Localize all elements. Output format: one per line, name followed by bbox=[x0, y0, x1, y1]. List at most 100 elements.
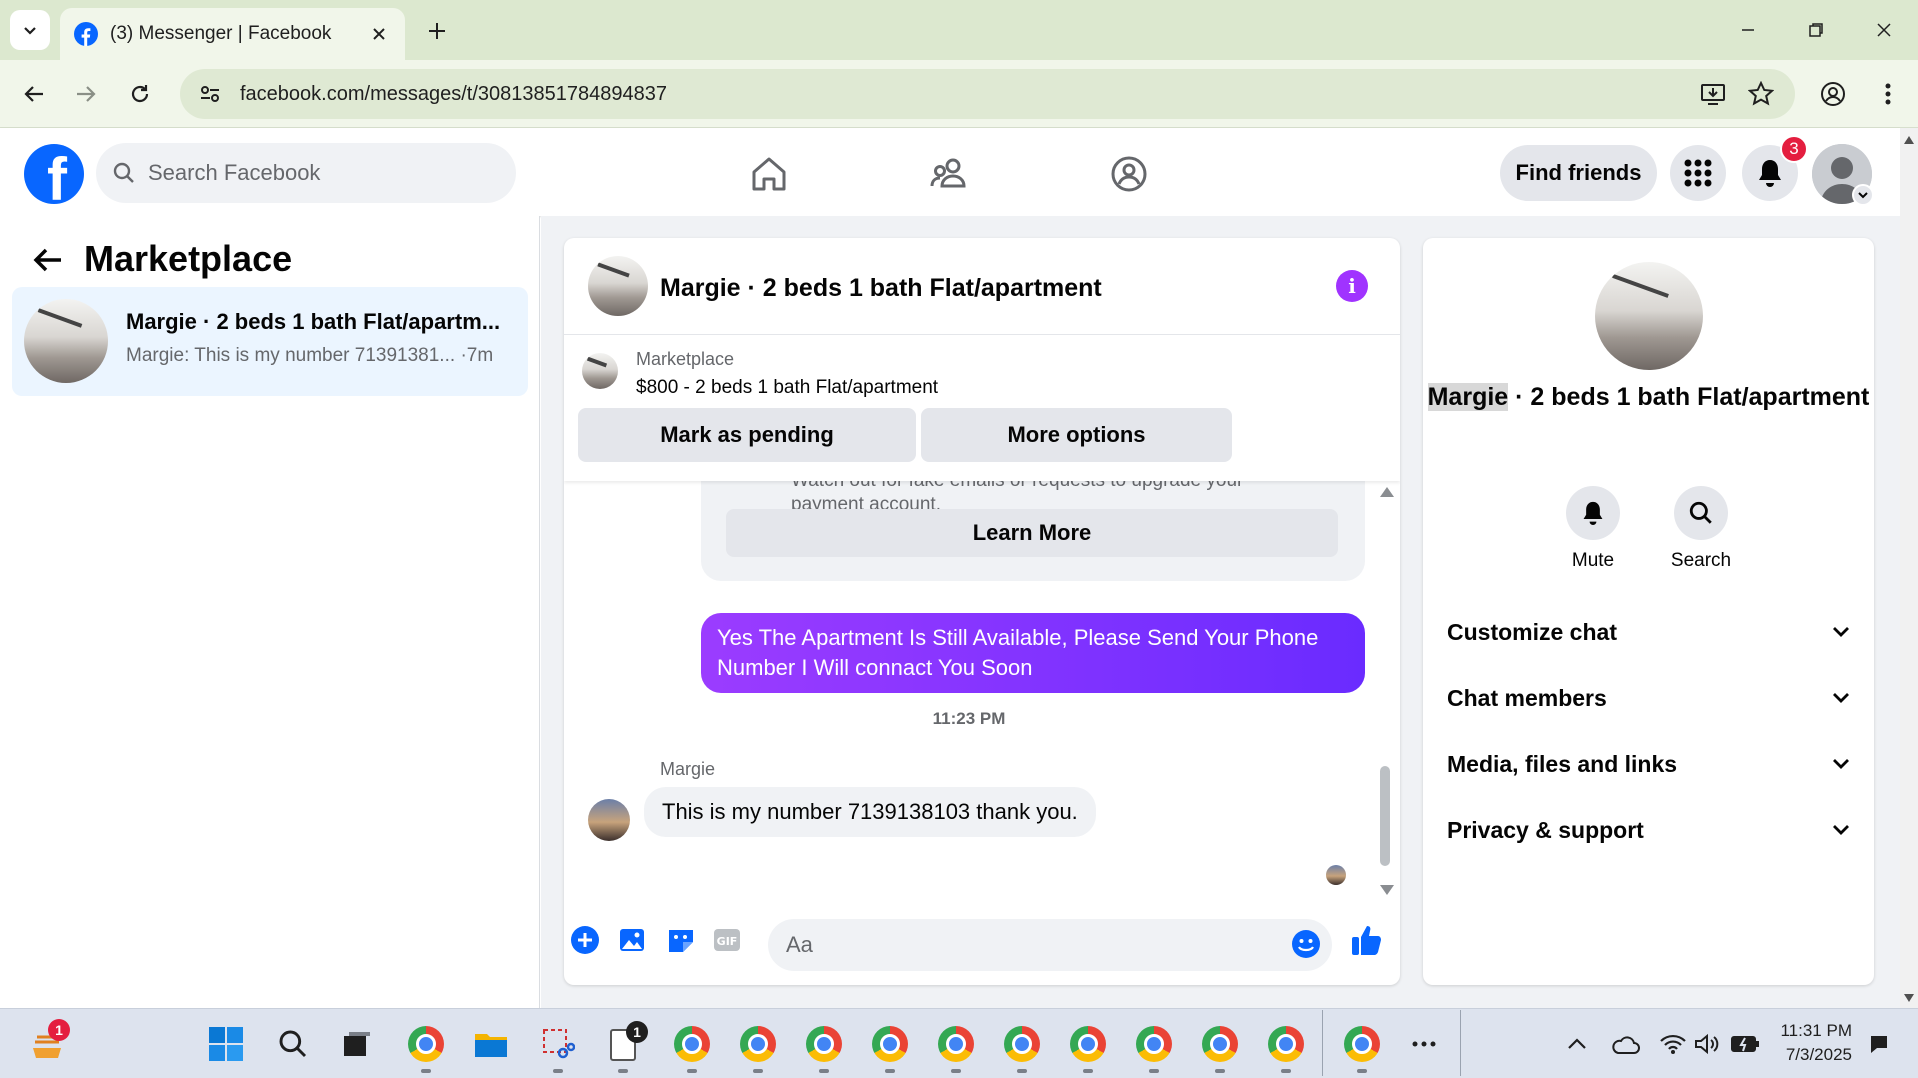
taskbar-chrome-6[interactable] bbox=[935, 1023, 977, 1065]
install-app-button[interactable] bbox=[1700, 69, 1726, 119]
search-in-conversation-button[interactable]: Search bbox=[1661, 486, 1741, 572]
address-url[interactable]: facebook.com/messages/t/3081385178489483… bbox=[240, 83, 667, 106]
bookmark-button[interactable] bbox=[1748, 69, 1774, 119]
search-icon bbox=[1689, 501, 1712, 524]
mute-button-circle[interactable] bbox=[1566, 486, 1620, 540]
like-button[interactable] bbox=[1350, 923, 1384, 957]
facebook-search-box[interactable]: Search Facebook bbox=[96, 143, 516, 203]
show-hidden-icons-button[interactable] bbox=[1556, 1023, 1598, 1065]
site-info-icon[interactable] bbox=[198, 82, 222, 106]
reload-icon bbox=[131, 85, 149, 103]
details-avatar[interactable] bbox=[1595, 262, 1703, 370]
task-view-button[interactable] bbox=[336, 1023, 378, 1065]
gif-button[interactable]: GIF bbox=[710, 923, 744, 957]
message-input[interactable]: Aa bbox=[768, 919, 1332, 971]
start-button[interactable] bbox=[205, 1023, 247, 1065]
taskbar-chrome-1[interactable] bbox=[405, 1023, 447, 1065]
account-circle-icon bbox=[1821, 82, 1845, 106]
taskbar-chrome-7[interactable] bbox=[1001, 1023, 1043, 1065]
window-minimize-button[interactable] bbox=[1730, 12, 1766, 48]
mute-label: Mute bbox=[1571, 550, 1615, 571]
chat-scrollbar-thumb[interactable] bbox=[1380, 766, 1390, 866]
bell-icon bbox=[1759, 160, 1781, 187]
chat-title[interactable]: Margie · 2 beds 1 bath Flat/apartment bbox=[660, 274, 1102, 303]
chrome-icon bbox=[408, 1026, 444, 1062]
attach-photo-button[interactable] bbox=[616, 923, 650, 957]
browser-tab-messenger[interactable]: (3) Messenger | Facebook bbox=[60, 8, 405, 60]
listing-price-title[interactable]: $800 - 2 beds 1 bath Flat/apartment bbox=[636, 377, 938, 399]
media-files-links-section[interactable]: Media, files and links bbox=[1423, 734, 1874, 794]
snipping-tool-button[interactable] bbox=[537, 1023, 579, 1065]
taskbar-chrome-10[interactable] bbox=[1199, 1023, 1241, 1065]
file-explorer-button[interactable] bbox=[470, 1023, 512, 1065]
conversation-info-button[interactable]: i bbox=[1336, 270, 1368, 302]
volume-button[interactable] bbox=[1686, 1023, 1728, 1065]
find-friends-button[interactable]: Find friends bbox=[1500, 145, 1657, 201]
browser-menu-button[interactable] bbox=[1870, 76, 1906, 112]
scroll-up-icon[interactable] bbox=[1904, 136, 1914, 144]
more-options-button[interactable]: More options bbox=[921, 408, 1232, 462]
learn-more-button[interactable]: Learn More bbox=[726, 509, 1338, 557]
groups-nav-button[interactable] bbox=[1105, 150, 1153, 198]
sticker-button[interactable] bbox=[664, 923, 698, 957]
chrome-icon bbox=[806, 1026, 842, 1062]
address-bar[interactable]: facebook.com/messages/t/3081385178489483… bbox=[180, 69, 1795, 119]
reload-button[interactable] bbox=[122, 76, 158, 112]
window-restore-button[interactable] bbox=[1798, 12, 1834, 48]
mute-button[interactable]: Mute bbox=[1553, 486, 1633, 572]
mark-as-pending-button[interactable]: Mark as pending bbox=[578, 408, 916, 462]
taskbar-search-button[interactable] bbox=[272, 1023, 314, 1065]
tab-search-button[interactable] bbox=[10, 10, 50, 50]
window-close-button[interactable] bbox=[1866, 12, 1902, 48]
scroll-down-icon[interactable] bbox=[1904, 994, 1914, 1002]
running-indicator bbox=[421, 1069, 431, 1073]
taskbar-chrome-11[interactable] bbox=[1265, 1023, 1307, 1065]
friends-nav-button[interactable] bbox=[925, 150, 973, 198]
search-button-circle[interactable] bbox=[1674, 486, 1728, 540]
emoji-button[interactable] bbox=[1289, 927, 1323, 961]
taskbar-chrome-5[interactable] bbox=[869, 1023, 911, 1065]
plus-circle-icon bbox=[571, 926, 599, 954]
profile-button[interactable] bbox=[1815, 76, 1851, 112]
chrome-icon bbox=[1004, 1026, 1040, 1062]
customize-chat-section[interactable]: Customize chat bbox=[1423, 602, 1874, 662]
taskbar-overflow-button[interactable] bbox=[1403, 1023, 1445, 1065]
notification-center-button[interactable] bbox=[1858, 1023, 1900, 1065]
privacy-support-section[interactable]: Privacy & support bbox=[1423, 800, 1874, 860]
page-scrollbar[interactable] bbox=[1900, 128, 1918, 1008]
listing-thumbnail[interactable] bbox=[582, 353, 618, 389]
search-input[interactable]: Search Facebook bbox=[148, 160, 320, 186]
taskbar-chrome-12[interactable] bbox=[1341, 1023, 1383, 1065]
chat-members-section[interactable]: Chat members bbox=[1423, 668, 1874, 728]
taskbar-chrome-9[interactable] bbox=[1133, 1023, 1175, 1065]
scroll-down-icon[interactable] bbox=[1380, 885, 1394, 895]
back-button[interactable] bbox=[16, 76, 52, 112]
search-icon bbox=[113, 162, 134, 183]
browser-tab-strip: (3) Messenger | Facebook bbox=[0, 0, 1918, 60]
chat-header: Margie · 2 beds 1 bath Flat/apartment i bbox=[564, 238, 1400, 335]
tab-close-button[interactable] bbox=[367, 22, 391, 46]
back-to-marketplace-button[interactable] bbox=[28, 240, 68, 280]
taskbar-chrome-2[interactable] bbox=[671, 1023, 713, 1065]
more-actions-button[interactable] bbox=[568, 923, 602, 957]
taskbar-chrome-4[interactable] bbox=[803, 1023, 845, 1065]
taskbar-chrome-3[interactable] bbox=[737, 1023, 779, 1065]
taskbar-chrome-8[interactable] bbox=[1067, 1023, 1109, 1065]
section-label: Media, files and links bbox=[1447, 750, 1678, 777]
conversation-item[interactable]: Margie · 2 beds 1 bath Flat/apartm... Ma… bbox=[12, 287, 528, 396]
onedrive-button[interactable] bbox=[1604, 1023, 1646, 1065]
scroll-up-icon[interactable] bbox=[1380, 487, 1394, 497]
taskbar-separator bbox=[1460, 1010, 1461, 1076]
home-icon bbox=[752, 157, 786, 191]
menu-button[interactable] bbox=[1670, 145, 1726, 201]
chat-avatar[interactable] bbox=[588, 256, 648, 316]
star-icon bbox=[1748, 81, 1774, 106]
home-nav-button[interactable] bbox=[745, 150, 793, 198]
sender-avatar[interactable] bbox=[588, 799, 630, 841]
running-indicator bbox=[618, 1069, 628, 1073]
new-tab-button[interactable] bbox=[420, 14, 454, 48]
system-clock[interactable]: 11:31 PM 7/3/2025 bbox=[1742, 1019, 1852, 1067]
facebook-logo[interactable]: f bbox=[24, 144, 84, 204]
account-menu-chevron[interactable] bbox=[1852, 184, 1874, 206]
forward-button[interactable] bbox=[68, 76, 104, 112]
